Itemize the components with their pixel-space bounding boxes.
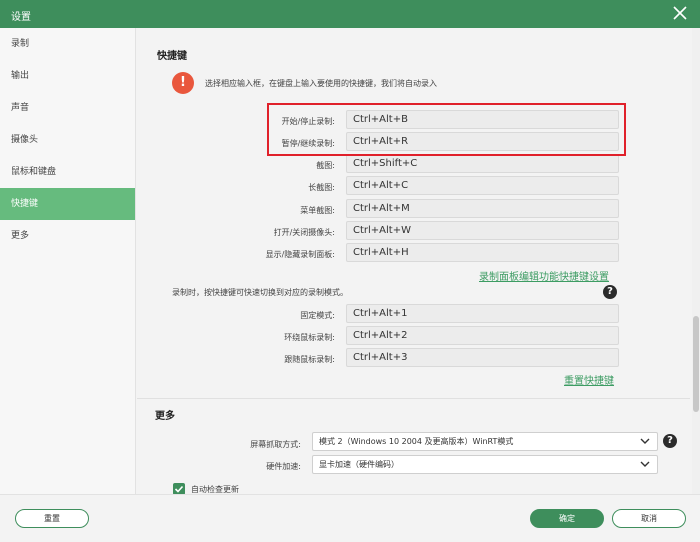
hotkey-label-long-screenshot: 长截图: [308,183,335,192]
sidebar-item-camera[interactable]: 摄像头 [0,124,135,156]
more-section-title: 更多 [155,411,175,422]
sidebar: 录制 输出 声音 摄像头 鼠标和键盘 快捷键 更多 [0,28,136,494]
sidebar-item-output[interactable]: 输出 [0,60,135,92]
cancel-button[interactable]: 取消 [612,509,686,528]
capture-mode-label: 屏幕抓取方式: [250,440,301,449]
title-bar: 设置 [0,0,700,28]
close-icon[interactable] [672,5,688,21]
hotkey-label-toggle-panel: 显示/隐藏录制面板: [265,250,335,259]
window-title: 设置 [11,12,31,23]
auto-update-label: 自动检查更新 [191,485,239,494]
hotkeys-section-title: 快捷键 [157,51,187,62]
hotkey-input-menu-screenshot[interactable]: Ctrl+Alt+M [346,199,619,218]
sidebar-item-more[interactable]: 更多 [0,220,135,252]
mode-label-fixed: 固定模式: [300,311,335,320]
mode-input-follow-mouse[interactable]: Ctrl+Alt+3 [346,348,619,367]
sidebar-item-mouse-keyboard[interactable]: 鼠标和键盘 [0,156,135,188]
reset-button[interactable]: 重置 [15,509,89,528]
checkmark-icon [174,485,184,493]
hotkey-input-toggle-camera[interactable]: Ctrl+Alt+W [346,221,619,240]
capture-mode-select[interactable]: 模式 2（Windows 10 2004 及更高版本）WinRT模式 [312,432,658,451]
mode-label-follow-mouse: 跟随鼠标录制: [284,355,335,364]
capture-mode-help-icon[interactable]: ? [663,434,677,448]
sidebar-item-hotkeys[interactable]: 快捷键 [0,188,135,220]
panel-hotkey-settings-link[interactable]: 录制面板编辑功能快捷键设置 [479,268,609,283]
sidebar-item-audio[interactable]: 声音 [0,92,135,124]
scrollbar-thumb[interactable] [693,316,699,412]
hotkey-input-screenshot[interactable]: Ctrl+Shift+C [346,154,619,173]
mode-switch-note: 录制时，按快捷键可快速切换到对应的录制模式。 [172,288,348,297]
settings-content: 快捷键 ! 选择相应输入框，在键盘上输入要使用的快捷键，我们将自动录入 开始/停… [137,28,690,494]
mode-input-fixed[interactable]: Ctrl+Alt+1 [346,304,619,323]
chevron-down-icon [640,461,650,467]
alert-icon: ! [172,72,194,94]
hotkey-input-long-screenshot[interactable]: Ctrl+Alt+C [346,176,619,195]
auto-update-checkbox[interactable] [173,483,185,494]
capture-mode-value: 模式 2（Windows 10 2004 及更高版本）WinRT模式 [319,437,514,446]
hotkey-label-screenshot: 截图: [316,161,335,170]
hw-accel-value: 显卡加速（硬件编码） [319,460,399,469]
reset-hotkeys-link[interactable]: 重置快捷键 [564,372,614,387]
hotkey-label-menu-screenshot: 菜单截图: [300,206,335,215]
scrollbar[interactable] [692,28,700,494]
hw-accel-label: 硬件加速: [266,462,301,471]
sidebar-item-record[interactable]: 录制 [0,28,135,60]
mode-input-around-mouse[interactable]: Ctrl+Alt+2 [346,326,619,345]
section-divider [137,398,690,399]
chevron-down-icon [640,438,650,444]
highlight-box [267,103,626,156]
hw-accel-select[interactable]: 显卡加速（硬件编码） [312,455,658,474]
help-icon[interactable]: ? [603,285,617,299]
hotkey-label-toggle-camera: 打开/关闭摄像头: [273,228,335,237]
ok-button[interactable]: 确定 [530,509,604,528]
footer: 重置 确定 取消 [0,494,700,542]
mode-label-around-mouse: 环绕鼠标录制: [284,333,335,342]
hotkey-input-toggle-panel[interactable]: Ctrl+Alt+H [346,243,619,262]
hotkeys-tip: 选择相应输入框，在键盘上输入要使用的快捷键，我们将自动录入 [205,79,437,88]
